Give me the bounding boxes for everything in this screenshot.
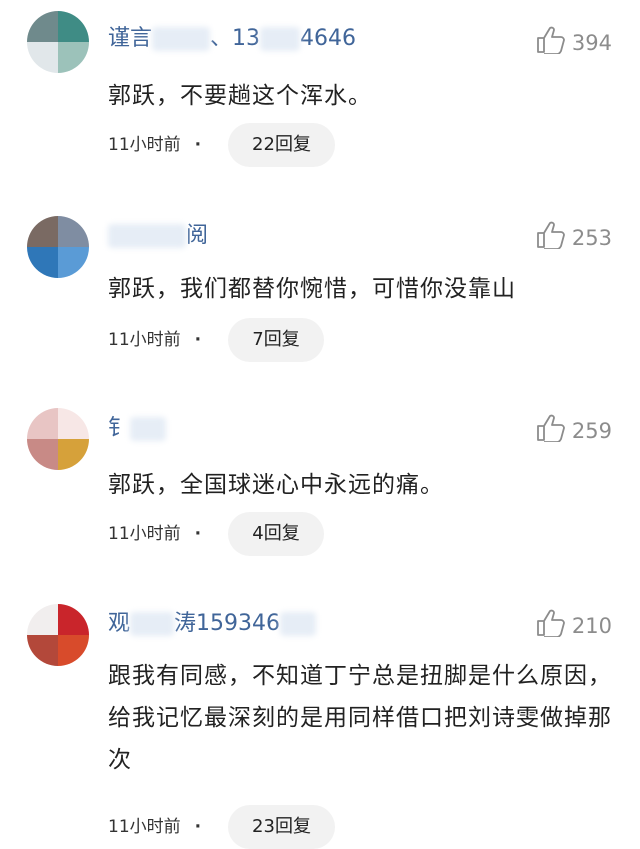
thumbs-up-icon: [537, 609, 565, 638]
username-redaction: [260, 27, 301, 51]
reply-count-button[interactable]: 22回复: [228, 123, 335, 167]
comment-meta: 11小时前 ·: [108, 512, 215, 556]
comment-text: 郭跃，全国球迷心中永远的痛。: [108, 472, 444, 498]
comment-meta: 11小时前 ·: [108, 805, 215, 849]
like-count: 394: [571, 31, 612, 55]
timestamp: 11小时前: [108, 330, 181, 350]
timestamp: 11小时前: [108, 135, 181, 155]
meta-separator: ·: [194, 817, 202, 837]
thumbs-up-icon: [537, 414, 565, 443]
username[interactable]: 阅: [108, 221, 208, 251]
username-prefix: 观: [108, 611, 131, 636]
avatar[interactable]: [27, 11, 89, 73]
avatar[interactable]: [27, 408, 89, 470]
timestamp: 11小时前: [108, 524, 181, 544]
comment-meta: 11小时前 ·: [108, 318, 215, 362]
avatar[interactable]: [27, 216, 89, 278]
like-button[interactable]: 253: [536, 221, 612, 251]
username-suffix: 4646: [300, 26, 357, 51]
username-middle: 、13: [210, 26, 261, 51]
meta-separator: ·: [194, 524, 202, 544]
username[interactable]: 钅: [108, 414, 167, 444]
comment-meta: 11小时前 ·: [108, 123, 215, 167]
like-count: 253: [571, 226, 612, 250]
meta-separator: ·: [194, 330, 202, 350]
thumbs-up-icon: [537, 26, 565, 55]
username-redaction: [152, 27, 211, 51]
like-count: 259: [571, 419, 612, 443]
timestamp: 11小时前: [108, 817, 181, 837]
username-redaction: [130, 417, 167, 441]
like-count: 210: [571, 614, 612, 638]
username-middle: 涛159346: [174, 611, 280, 636]
username[interactable]: 谨言 、13 4646: [108, 24, 356, 54]
comment-text: 跟我有同感，不知道丁宁总是扭脚是什么原因，给我记忆最深刻的是用同样借口把刘诗雯做…: [108, 663, 612, 773]
reply-count-button[interactable]: 23回复: [228, 805, 335, 849]
like-button[interactable]: 210: [536, 609, 612, 639]
username[interactable]: 观 涛159346: [108, 609, 316, 639]
like-button[interactable]: 394: [536, 26, 612, 56]
comment-text: 郭跃，不要趟这个浑水。: [108, 83, 372, 109]
like-button[interactable]: 259: [536, 414, 612, 444]
meta-separator: ·: [194, 135, 202, 155]
username-prefix: 钅: [108, 416, 131, 441]
username-redaction: [280, 612, 316, 636]
comment-text: 郭跃，我们都替你惋惜，可惜你没靠山: [108, 276, 516, 302]
thumbs-up-icon: [537, 221, 565, 250]
username-prefix: 谨言: [108, 26, 153, 51]
reply-count-button[interactable]: 7回复: [228, 318, 324, 362]
username-redaction: [108, 224, 186, 248]
avatar[interactable]: [27, 604, 89, 666]
username-redaction: [130, 612, 175, 636]
reply-count-button[interactable]: 4回复: [228, 512, 324, 556]
username-suffix: 阅: [186, 223, 209, 248]
